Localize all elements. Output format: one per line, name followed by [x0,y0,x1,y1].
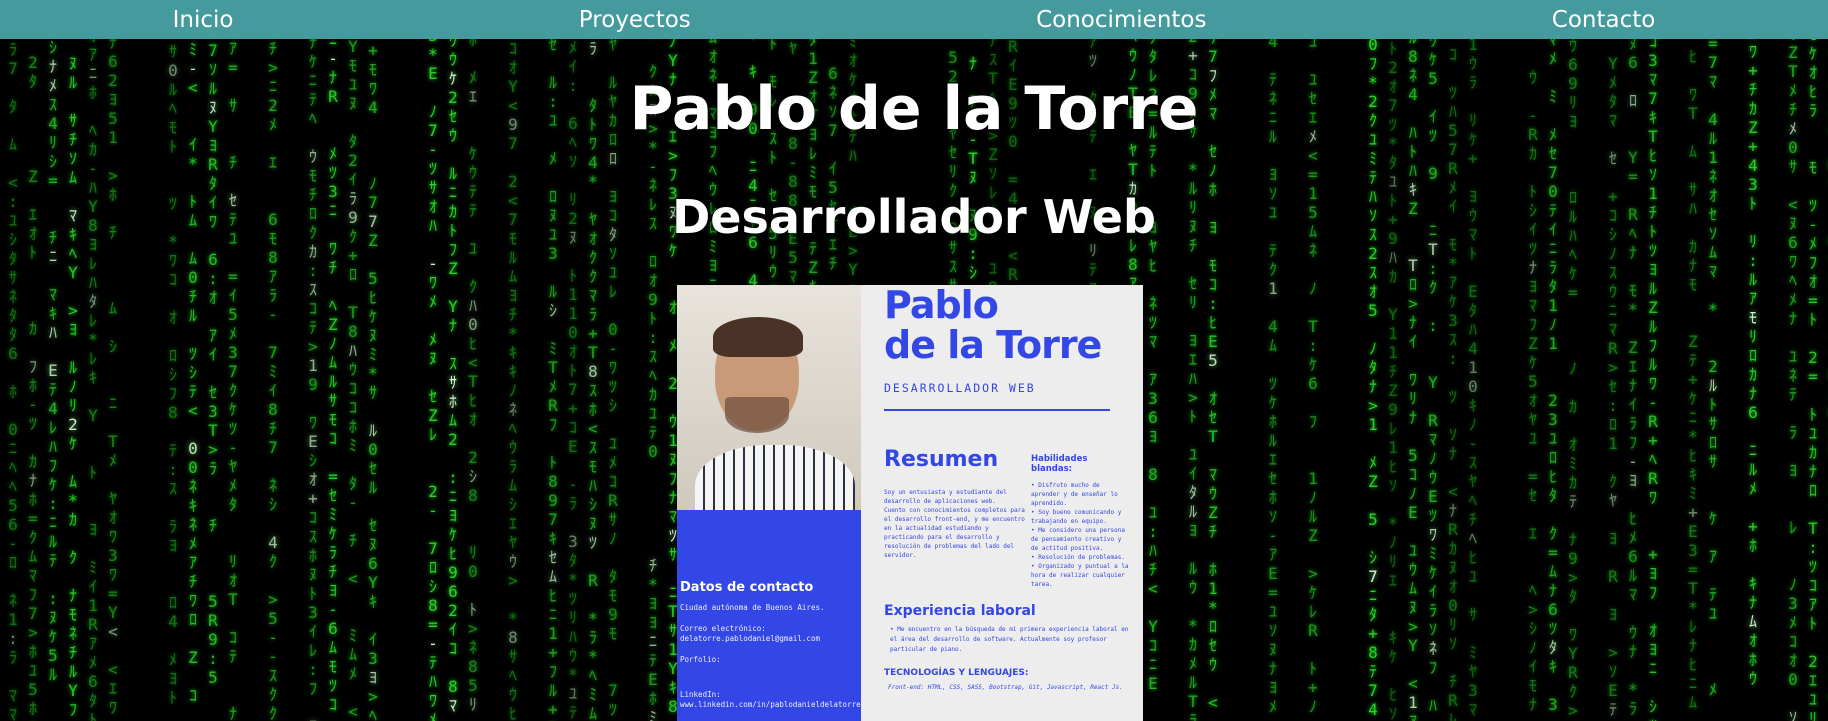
cv-divider [884,409,1110,411]
cv-contact-title: Datos de contacto [680,580,814,595]
cv-contact-section: Datos de contacto Ciudad autónoma de Bue… [677,510,861,721]
cv-tech-title: TECNOLOGÍAS Y LENGUAJES: [884,668,1029,678]
nav-link-conocimientos[interactable]: Conocimientos [1036,7,1206,33]
cv-tech-section: TECNOLOGÍAS Y LENGUAJES: Front-end: HTML… [884,668,1131,692]
cv-left-column: Datos de contacto Ciudad autónoma de Bue… [677,285,861,721]
cv-tech-text: Front-end: HTML, CSS, SASS, Bootstrap, G… [888,684,1123,691]
cv-columns: Resumen Soy un entusiasta y estudiante d… [884,447,1131,589]
cv-soft-skill-item: Me considero una persona de pensamiento … [1031,526,1131,553]
cv-experience-title: Experiencia laboral [884,603,1036,619]
cv-soft-skill-item: Soy bueno comunicando y trabajando en eq… [1031,508,1131,526]
photo-shirt [695,445,855,510]
cv-soft-skill-item: Organizado y puntual a la hora de realiz… [1031,562,1131,589]
page-subtitle: Desarrollador Web [672,190,1156,244]
cv-right-column: Pablo de la Torre DESARROLLADOR WEB Resu… [861,285,1143,721]
photo-hair [713,317,803,357]
cv-resumen-text: Soy un entusiasta y estudiante del desar… [884,489,1025,559]
page-title: Pablo de la Torre [629,74,1199,144]
cv-soft-skill-item: Resolución de problemas. [1031,553,1131,562]
cv-profile-photo [677,285,861,510]
cv-image: Datos de contacto Ciudad autónoma de Bue… [677,285,1143,721]
nav-link-proyectos[interactable]: Proyectos [579,7,691,33]
nav-link-contacto[interactable]: Contacto [1552,7,1656,33]
cv-role: DESARROLLADOR WEB [884,381,1036,395]
cv-name: Pablo de la Torre [884,285,1102,367]
cv-resumen-section: Resumen Soy un entusiasta y estudiante d… [884,447,1029,589]
photo-beard [725,397,789,433]
cv-soft-skill-item: Disfruto mucho de aprender y de enseñar … [1031,481,1131,508]
cv-resumen-title: Resumen [884,447,999,472]
cv-soft-skills-section: Habilidades blandas: Disfruto mucho de a… [1029,454,1131,589]
cv-experience-item: Me encuentro en la búsqueda de mi primer… [884,625,1131,655]
nav-link-inicio[interactable]: Inicio [173,7,234,33]
top-navbar: Inicio Proyectos Conocimientos Contacto [0,0,1828,39]
cv-experience-section: Experiencia laboral Me encuentro en la b… [884,603,1131,655]
cv-contact-city: Ciudad autónoma de Buenos Aires. [680,603,825,612]
cv-soft-skills-title: Habilidades blandas: [1031,454,1088,474]
cv-contact-email: Correo electrónico: delatorre.pablodanie… [680,624,820,643]
cv-contact-linkedin: LinkedIn: www.linkedin.com/in/pablodanie… [680,690,861,709]
cv-contact-portfolio: Porfolio: [680,655,721,664]
